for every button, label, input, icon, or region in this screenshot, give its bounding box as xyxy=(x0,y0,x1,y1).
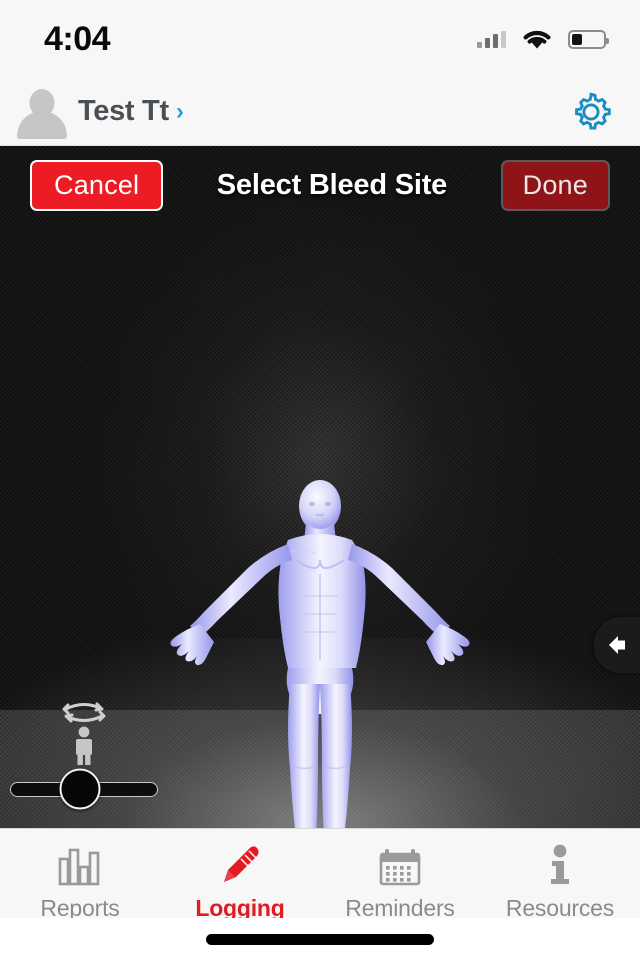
status-bar-indicators xyxy=(477,27,609,52)
modal-nav-bar: Cancel Select Bleed Site Done xyxy=(0,146,640,224)
home-indicator-area xyxy=(0,918,640,960)
cancel-button[interactable]: Cancel xyxy=(30,159,164,211)
profile-link[interactable]: Test Tt › xyxy=(14,85,184,139)
gear-icon[interactable] xyxy=(568,89,614,135)
wifi-icon xyxy=(523,30,551,48)
status-bar-clock: 4:04 xyxy=(44,19,111,58)
info-icon xyxy=(540,843,580,889)
done-button[interactable]: Done xyxy=(500,159,610,211)
rotate-model-icon xyxy=(0,700,168,766)
human-body-3d-model[interactable] xyxy=(130,478,510,828)
avatar-placeholder-icon xyxy=(14,85,70,139)
profile-header: Test Tt › xyxy=(0,78,640,146)
page-title: Select Bleed Site xyxy=(216,168,448,201)
calendar-icon xyxy=(376,843,424,889)
battery-icon xyxy=(568,29,609,49)
rotation-control[interactable] xyxy=(0,700,168,810)
person-figure-icon xyxy=(76,726,92,765)
rotate-arrows-icon xyxy=(62,702,106,723)
arrow-left-icon xyxy=(609,636,625,654)
model-stage[interactable]: Cancel Select Bleed Site Done xyxy=(0,146,640,828)
bar-chart-icon xyxy=(56,843,104,889)
user-name: Test Tt xyxy=(78,95,169,127)
drawer-toggle-button[interactable] xyxy=(594,617,640,673)
chevron-right-icon: › xyxy=(175,97,184,125)
app-root: 4:04 Test Tt › Cancel Select Bleed Site … xyxy=(0,0,640,960)
home-indicator[interactable] xyxy=(206,933,434,945)
cellular-signal-icon xyxy=(477,30,506,48)
rotation-slider[interactable] xyxy=(0,768,168,810)
status-bar: 4:04 xyxy=(0,0,640,78)
pencil-icon xyxy=(216,843,264,889)
slider-thumb[interactable] xyxy=(59,768,101,810)
